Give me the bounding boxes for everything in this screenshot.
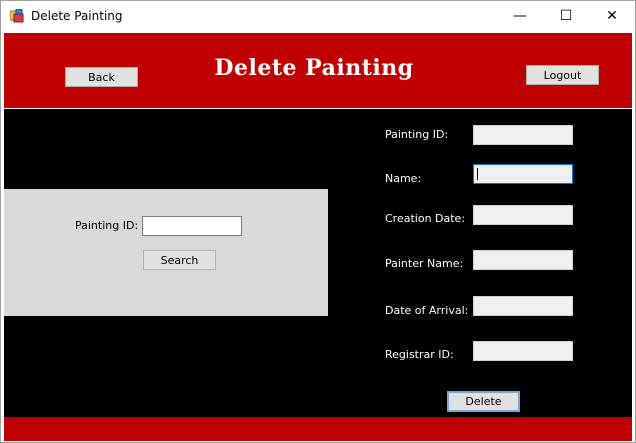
delete-button[interactable]: Delete [447, 391, 520, 412]
maximize-icon: ☐ [559, 8, 573, 24]
painting-id-label: Painting ID: [385, 128, 449, 141]
maximize-button[interactable]: ☐ [543, 1, 589, 31]
creation-date-label: Creation Date: [385, 212, 466, 225]
minimize-icon: — [513, 8, 527, 24]
search-button[interactable]: Search [143, 250, 216, 270]
painter-name-field[interactable] [473, 250, 573, 270]
text-caret [477, 168, 478, 180]
minimize-button[interactable]: — [497, 1, 543, 31]
date-of-arrival-field[interactable] [473, 296, 573, 316]
close-button[interactable]: ✕ [589, 1, 635, 31]
delete-painting-window: Delete Painting — ☐ ✕ Back Delete Painti… [0, 0, 636, 443]
logout-button[interactable]: Logout [526, 65, 599, 85]
title-bar: Delete Painting — ☐ ✕ [1, 1, 635, 31]
creation-date-field[interactable] [473, 205, 573, 225]
close-icon: ✕ [606, 8, 618, 24]
footer-bar [4, 417, 632, 441]
date-of-arrival-label: Date of Arrival: [385, 304, 469, 317]
window-title: Delete Painting [31, 9, 123, 23]
search-painting-id-input[interactable] [142, 216, 242, 236]
app-form-icon [10, 9, 24, 23]
painting-id-field[interactable] [473, 125, 573, 145]
name-field[interactable] [473, 164, 573, 184]
search-panel: Painting ID: Search [4, 189, 328, 316]
painter-name-label: Painter Name: [385, 257, 464, 270]
name-label: Name: [385, 172, 422, 185]
header-bar: Back Delete Painting Logout [4, 33, 632, 108]
registrar-id-field[interactable] [473, 341, 573, 361]
registrar-id-label: Registrar ID: [385, 348, 454, 361]
main-panel: Painting ID: Search Painting ID: Name: C… [4, 109, 632, 417]
search-painting-id-label: Painting ID: [75, 219, 139, 232]
